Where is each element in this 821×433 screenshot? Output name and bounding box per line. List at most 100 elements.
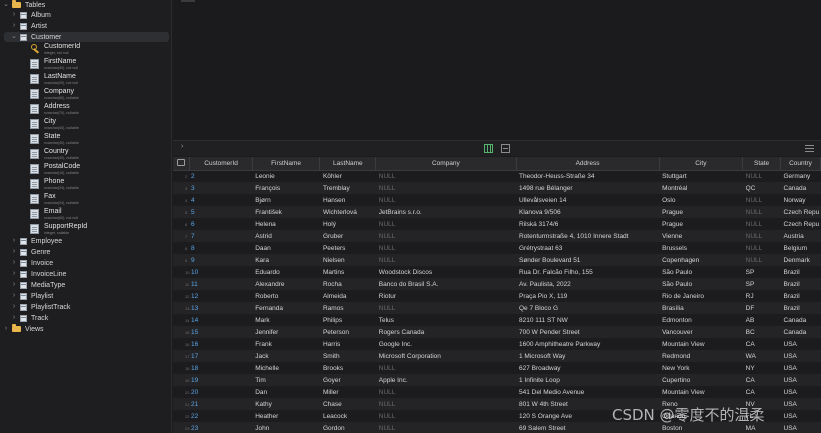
column-header[interactable]: CustomerId — [189, 157, 253, 171]
cell-first[interactable]: Eduardo — [252, 266, 320, 278]
cell-country[interactable]: USA — [780, 374, 821, 386]
chevron-down-icon[interactable]: ⌄ — [10, 32, 18, 42]
cell-country[interactable]: USA — [780, 338, 821, 350]
cell-company[interactable]: Rogers Canada — [375, 326, 516, 338]
tree-table-item[interactable]: › Playlist — [0, 291, 171, 301]
cell-company[interactable]: JetBrains s.r.o. — [375, 206, 516, 218]
column-item[interactable]: Company nvarchar(80), nullable — [30, 88, 170, 103]
chevron-right-icon[interactable]: › — [10, 313, 18, 323]
cell-first[interactable]: François — [252, 182, 320, 194]
cell-customer-id[interactable]: 16 — [189, 338, 253, 350]
cell-country[interactable]: Canada — [780, 326, 821, 338]
cell-first[interactable]: Kara — [252, 254, 320, 266]
cell-country[interactable]: Germany — [780, 170, 821, 182]
cell-customer-id[interactable]: 13 — [189, 302, 253, 314]
cell-first[interactable]: Alexandre — [252, 278, 320, 290]
cell-last[interactable]: Gruber — [319, 230, 376, 242]
table-row[interactable]: 3 3 François Tremblay NULL 1498 rue Bélanger M… — [173, 182, 821, 194]
cell-last[interactable]: Brooks — [319, 362, 376, 374]
cell-first[interactable]: Jack — [252, 350, 320, 362]
column-item[interactable]: LastName nvarchar(20), not null — [30, 73, 170, 88]
cell-state[interactable]: CA — [742, 338, 781, 350]
table-row[interactable]: 15 15 Jennifer Peterson Rogers Canada 700 W P… — [173, 326, 821, 338]
cell-company[interactable]: Google Inc. — [375, 338, 516, 350]
cell-city[interactable]: Stuttgart — [659, 170, 743, 182]
cell-address[interactable]: Rotenturmstraße 4, 1010 Innere Stadt — [516, 230, 660, 242]
cell-company[interactable]: NULL — [375, 182, 516, 194]
table-row[interactable]: 11 11 Alexandre Rocha Banco do Brasil S.A. Av… — [173, 278, 821, 290]
cell-customer-id[interactable]: 18 — [189, 362, 253, 374]
cell-last[interactable]: Hansen — [319, 194, 376, 206]
cell-customer-id[interactable]: 23 — [189, 422, 253, 433]
table-row[interactable]: 5 5 František Wichterlová JetBrains s.r.o. Kl… — [173, 206, 821, 218]
cell-first[interactable]: Astrid — [252, 230, 320, 242]
column-item[interactable]: State nvarchar(40), nullable — [30, 133, 170, 148]
cell-customer-id[interactable]: 8 — [189, 242, 253, 254]
cell-address[interactable]: 1498 rue Bélanger — [516, 182, 660, 194]
cell-city[interactable]: Prague — [659, 206, 743, 218]
table-row[interactable]: 2 2 Leonie Köhler NULL Theodor-Heuss-Straße 3… — [173, 170, 821, 182]
cell-last[interactable]: Holý — [319, 218, 376, 230]
tree-table-item[interactable]: › Artist — [0, 21, 171, 31]
cell-first[interactable]: Helena — [252, 218, 320, 230]
cell-city[interactable]: Brasília — [659, 302, 743, 314]
cell-customer-id[interactable]: 15 — [189, 326, 253, 338]
cell-address[interactable]: 627 Broadway — [516, 362, 660, 374]
chevron-right-icon[interactable]: › — [10, 10, 18, 20]
menu-icon[interactable] — [805, 145, 814, 152]
cell-last[interactable]: Tremblay — [319, 182, 376, 194]
cell-country[interactable]: Canada — [780, 182, 821, 194]
cell-last[interactable]: Almeida — [319, 290, 376, 302]
cell-last[interactable]: Peterson — [319, 326, 376, 338]
column-header[interactable]: Country — [780, 157, 821, 171]
cell-state[interactable]: NULL — [742, 242, 781, 254]
column-header[interactable]: Company — [375, 157, 517, 171]
table-row[interactable]: 9 9 Kara Nielsen NULL Sønder Boulevard 51 Cope… — [173, 254, 821, 266]
column-item[interactable]: Country nvarchar(40), nullable — [30, 148, 170, 163]
cell-city[interactable]: São Paulo — [659, 266, 743, 278]
cell-first[interactable]: Fernanda — [252, 302, 320, 314]
cell-address[interactable]: Praça Pio X, 119 — [516, 290, 660, 302]
cell-first[interactable]: John — [252, 422, 320, 433]
cell-state[interactable]: CA — [742, 386, 781, 398]
table-row[interactable]: 16 16 Frank Harris Google Inc. 1600 Amphithea… — [173, 338, 821, 350]
cell-company[interactable]: NULL — [375, 386, 516, 398]
cell-company[interactable]: NULL — [375, 254, 516, 266]
cell-address[interactable]: Klanova 9/506 — [516, 206, 660, 218]
cell-country[interactable]: USA — [780, 362, 821, 374]
cell-state[interactable]: AB — [742, 314, 781, 326]
table-row[interactable]: 20 20 Dan Miller NULL 541 Del Medio Avenue Mou… — [173, 386, 821, 398]
cell-country[interactable]: Denmark — [780, 254, 821, 266]
cell-state[interactable]: WA — [742, 350, 781, 362]
cell-state[interactable]: NULL — [742, 218, 781, 230]
cell-address[interactable]: 1 Infinite Loop — [516, 374, 660, 386]
tree-table-customer[interactable]: ⌄ Customer — [4, 32, 169, 42]
cell-country[interactable]: USA — [780, 350, 821, 362]
chevron-right-icon[interactable]: › — [10, 291, 18, 301]
cell-country[interactable]: USA — [780, 422, 821, 433]
cell-company[interactable]: Banco do Brasil S.A. — [375, 278, 516, 290]
cell-last[interactable]: Smith — [319, 350, 376, 362]
tree-folder-tables[interactable]: ⌄ Tables — [0, 0, 171, 10]
cell-address[interactable]: 541 Del Medio Avenue — [516, 386, 660, 398]
cell-city[interactable]: Vancouver — [659, 326, 743, 338]
cell-address[interactable]: Rilská 3174/6 — [516, 218, 660, 230]
cell-company[interactable]: NULL — [375, 410, 516, 422]
cell-city[interactable]: Redmond — [659, 350, 743, 362]
cell-last[interactable]: Peeters — [319, 242, 376, 254]
cell-state[interactable]: NULL — [742, 254, 781, 266]
cell-city[interactable]: Mountain View — [659, 386, 743, 398]
cell-city[interactable]: Vienne — [659, 230, 743, 242]
chevron-right-icon[interactable]: › — [2, 324, 10, 334]
cell-address[interactable]: 1 Microsoft Way — [516, 350, 660, 362]
tree-table-item[interactable]: › Genre — [0, 247, 171, 257]
cell-last[interactable]: Rocha — [319, 278, 376, 290]
tree-table-item[interactable]: › Invoice — [0, 258, 171, 268]
cell-state[interactable]: SP — [742, 266, 781, 278]
cell-address[interactable]: Theodor-Heuss-Straße 34 — [516, 170, 660, 182]
cell-customer-id[interactable]: 2 — [189, 170, 253, 182]
cell-state[interactable]: SP — [742, 278, 781, 290]
cell-last[interactable]: Philips — [319, 314, 376, 326]
cell-last[interactable]: Köhler — [319, 170, 376, 182]
table-row[interactable]: 6 6 Helena Holý NULL Rilská 3174/6 Prague NULL C… — [173, 218, 821, 230]
